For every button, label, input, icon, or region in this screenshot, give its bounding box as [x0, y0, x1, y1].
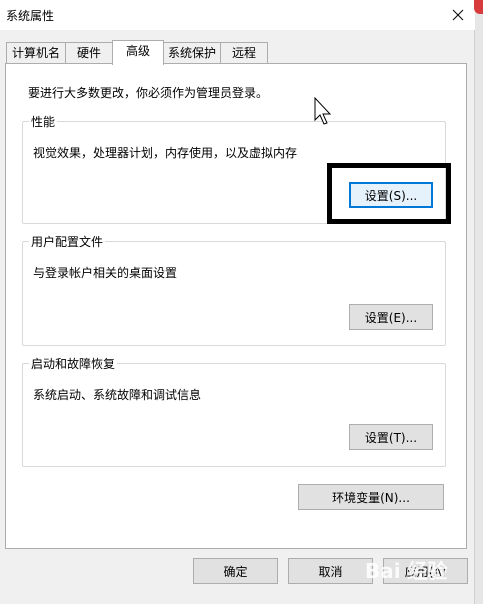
- watermark: Bai 经验: [365, 559, 448, 583]
- startup-recovery-description: 系统启动、系统故障和调试信息: [33, 388, 202, 402]
- notification-badge-icon: [474, 0, 483, 14]
- user-profiles-description: 与登录帐户相关的桌面设置: [33, 266, 178, 280]
- advanced-tab-panel: 要进行大多数更改，你必须作为管理员登录。 性能 视觉效果，处理器计划，内存使用，…: [5, 63, 467, 549]
- cancel-button[interactable]: 取消: [288, 558, 373, 584]
- close-button[interactable]: [441, 0, 475, 30]
- tab-system-protection[interactable]: 系统保护: [163, 42, 221, 64]
- window-title: 系统属性: [6, 9, 55, 23]
- background-window-edge: [475, 0, 483, 604]
- user-profiles-title: 用户配置文件: [29, 233, 106, 250]
- ok-button[interactable]: 确定: [193, 558, 278, 584]
- tab-remote[interactable]: 远程: [220, 42, 268, 64]
- performance-description: 视觉效果，处理器计划，内存使用，以及虚拟内存: [33, 146, 298, 160]
- close-icon: [452, 9, 464, 21]
- user-profiles-settings-button[interactable]: 设置(E)...: [349, 304, 433, 330]
- tab-advanced[interactable]: 高级: [112, 40, 164, 65]
- performance-title: 性能: [29, 113, 58, 130]
- tab-label: 硬件: [76, 46, 101, 60]
- performance-settings-button[interactable]: 设置(S)...: [349, 182, 433, 208]
- tab-label: 高级: [125, 44, 150, 58]
- mouse-pointer-icon: [314, 96, 334, 130]
- tab-label: 计算机名: [11, 46, 60, 60]
- performance-group: 性能 视觉效果，处理器计划，内存使用，以及虚拟内存 设置(S)...: [22, 113, 446, 224]
- environment-variables-button[interactable]: 环境变量(N)...: [298, 484, 444, 510]
- tab-hardware[interactable]: 硬件: [65, 42, 113, 64]
- title-bar: 系统属性: [0, 0, 475, 30]
- system-properties-window: 系统属性 计算机名 硬件 高级 系统保护 远程 要进行大多数更改，你必须作为管理…: [0, 0, 475, 604]
- startup-recovery-settings-button[interactable]: 设置(T)...: [349, 424, 433, 450]
- startup-recovery-group: 启动和故障恢复 系统启动、系统故障和调试信息 设置(T)...: [22, 355, 446, 467]
- tab-label: 系统保护: [167, 46, 216, 60]
- user-profiles-group: 用户配置文件 与登录帐户相关的桌面设置 设置(E)...: [22, 233, 446, 346]
- tab-computer-name[interactable]: 计算机名: [6, 42, 66, 64]
- startup-recovery-title: 启动和故障恢复: [29, 355, 118, 372]
- admin-note: 要进行大多数更改，你必须作为管理员登录。: [28, 86, 269, 100]
- tab-label: 远程: [231, 46, 256, 60]
